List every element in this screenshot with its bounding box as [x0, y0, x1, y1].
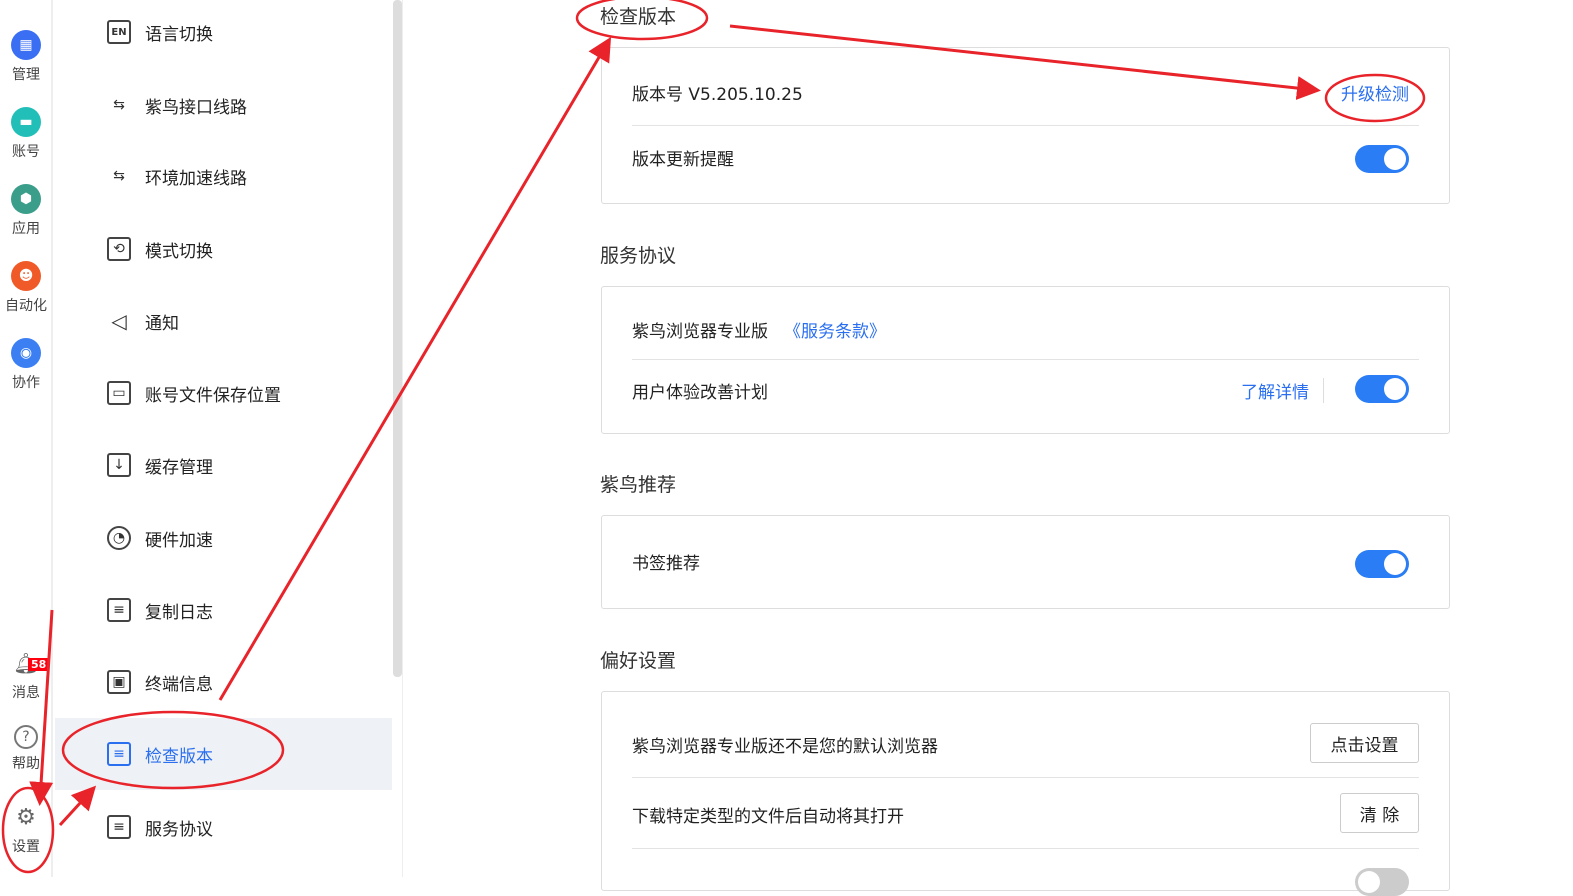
menu-label: 终端信息	[145, 674, 213, 695]
menu-label: 缓存管理	[145, 457, 213, 478]
message-badge: 58	[28, 658, 50, 671]
rail-item-collab[interactable]: ◉ 协作	[0, 338, 52, 392]
rail-label: 协作	[12, 375, 40, 391]
menu-item-language[interactable]: EN 语言切换	[55, 0, 392, 68]
version-card: 版本号 V5.205.10.25 升级检测 版本更新提醒	[601, 47, 1450, 204]
switch-icon: ⟲	[107, 237, 131, 261]
menu-item-save-location[interactable]: ▭ 账号文件保存位置	[55, 357, 392, 429]
robot-icon: ☻	[11, 261, 41, 291]
icon-rail: ▦ 管理 ▬ 账号 ⬢ 应用 ☻ 自动化 ◉ 协作 🔔︎ 58 消息 ? 帮助 ⚙ 设置	[0, 0, 53, 877]
menu-item-mode[interactable]: ⟲ 模式切换	[55, 213, 392, 285]
collab-icon: ◉	[11, 338, 41, 368]
menu-item-notify[interactable]: ◁ 通知	[55, 285, 392, 357]
help-icon: ?	[14, 725, 38, 749]
menu-item-cache[interactable]: ↓ 缓存管理	[55, 429, 392, 501]
bookmark-row: 书签推荐	[632, 532, 1419, 590]
speaker-icon: ◁	[111, 309, 127, 333]
auto-open-label: 下载特定类型的文件后自动将其打开	[632, 806, 904, 827]
auto-open-row: 下载特定类型的文件后自动将其打开	[632, 780, 1419, 849]
default-browser-row: 紫鸟浏览器专业版还不是您的默认浏览器	[632, 712, 1419, 778]
set-default-button[interactable]: 点击设置	[1310, 723, 1419, 763]
menu-item-terminal[interactable]: ▣ 终端信息	[55, 646, 392, 718]
rail-label: 消息	[12, 685, 40, 701]
manage-icon: ▦	[11, 30, 41, 60]
upgrade-check-link[interactable]: 升级检测	[1341, 80, 1409, 105]
clear-button[interactable]: 清 除	[1340, 793, 1419, 833]
rail-item-manage[interactable]: ▦ 管理	[0, 30, 52, 84]
store-icon: ▬	[11, 107, 41, 137]
rail-label: 设置	[12, 839, 40, 855]
terms-link[interactable]: 《服务条款》	[784, 317, 886, 342]
terms-row: 紫鸟浏览器专业版 《服务条款》	[632, 299, 1419, 360]
section-title-prefs: 偏好设置	[600, 650, 677, 672]
default-browser-label: 紫鸟浏览器专业版还不是您的默认浏览器	[632, 737, 938, 757]
ux-plan-row: 用户体验改善计划 了解详情	[632, 361, 1419, 419]
document-search-icon: ≡	[107, 742, 131, 766]
menu-label: 复制日志	[145, 602, 213, 623]
ux-plan-label: 用户体验改善计划	[632, 382, 768, 403]
version-row: 版本号 V5.205.10.25 升级检测	[632, 60, 1419, 126]
rail-label: 账号	[12, 144, 40, 160]
apps-icon: ⬢	[11, 184, 41, 214]
route-icon: ⇆	[113, 97, 125, 113]
recommend-card: 书签推荐	[601, 515, 1450, 609]
menu-item-copy-log[interactable]: ≡ 复制日志	[55, 574, 392, 646]
update-reminder-row: 版本更新提醒	[632, 128, 1419, 186]
rail-item-settings[interactable]: ⚙ 设置	[0, 802, 52, 856]
menu-label: 通知	[145, 313, 179, 334]
pref-toggle[interactable]	[1355, 868, 1409, 896]
bookmark-toggle[interactable]	[1355, 550, 1409, 578]
menu-label: 硬件加速	[145, 530, 213, 551]
monitor-icon: ▣	[107, 670, 131, 694]
menu-item-check-version[interactable]: ≡ 检查版本	[55, 718, 392, 790]
menu-item-api-route[interactable]: ⇆ 紫鸟接口线路	[55, 69, 392, 141]
bookmark-label: 书签推荐	[632, 553, 700, 574]
copy-icon: ≡	[107, 598, 131, 622]
rail-label: 帮助	[12, 756, 40, 772]
product-name: 紫鸟浏览器专业版	[632, 321, 768, 342]
section-title-recommend: 紫鸟推荐	[600, 474, 677, 496]
timer-icon: ◔	[107, 526, 131, 550]
settings-menu: EN 语言切换 ⇆ 紫鸟接口线路 ⇆ 环境加速线路 ⟲ 模式切换 ◁ 通知 ▭ 账号文件保存…	[55, 0, 403, 877]
version-number: 版本号 V5.205.10.25	[632, 85, 803, 105]
route-icon: ⇆	[113, 168, 125, 184]
menu-label: 模式切换	[145, 241, 213, 262]
rail-item-messages[interactable]: 🔔︎ 58 消息	[0, 648, 52, 702]
menu-label: 服务协议	[145, 819, 213, 840]
language-icon: EN	[107, 20, 131, 44]
download-icon: ↓	[107, 453, 131, 477]
menu-scrollbar[interactable]	[393, 0, 402, 677]
update-reminder-toggle[interactable]	[1355, 145, 1409, 173]
rail-item-help[interactable]: ? 帮助	[0, 725, 52, 773]
menu-label: 环境加速线路	[145, 168, 247, 189]
ux-plan-toggle[interactable]	[1355, 375, 1409, 403]
menu-label: 账号文件保存位置	[145, 385, 281, 406]
agreement-card: 紫鸟浏览器专业版 《服务条款》 用户体验改善计划 了解详情	[601, 286, 1450, 434]
update-reminder-label: 版本更新提醒	[632, 149, 734, 170]
rail-item-apps[interactable]: ⬢ 应用	[0, 184, 52, 238]
rail-label: 管理	[12, 67, 40, 83]
rail-item-automation[interactable]: ☻ 自动化	[0, 261, 52, 315]
rail-label: 自动化	[5, 298, 47, 314]
section-title-version: 检查版本	[600, 6, 677, 28]
menu-label: 检查版本	[145, 746, 213, 767]
gear-icon: ⚙	[16, 804, 36, 830]
document-icon: ≡	[107, 815, 131, 839]
details-link[interactable]: 了解详情	[1241, 377, 1324, 403]
menu-label: 紫鸟接口线路	[145, 97, 247, 118]
menu-item-hardware[interactable]: ◔ 硬件加速	[55, 502, 392, 574]
menu-item-agreement[interactable]: ≡ 服务协议	[55, 791, 392, 863]
menu-label: 语言切换	[145, 24, 213, 45]
save-icon: ▭	[107, 381, 131, 405]
menu-item-env-route[interactable]: ⇆ 环境加速线路	[55, 140, 392, 212]
prefs-card: 紫鸟浏览器专业版还不是您的默认浏览器 点击设置 下载特定类型的文件后自动将其打开…	[601, 691, 1450, 896]
section-title-agreement: 服务协议	[600, 245, 677, 267]
rail-label: 应用	[12, 221, 40, 237]
rail-item-account[interactable]: ▬ 账号	[0, 107, 52, 161]
